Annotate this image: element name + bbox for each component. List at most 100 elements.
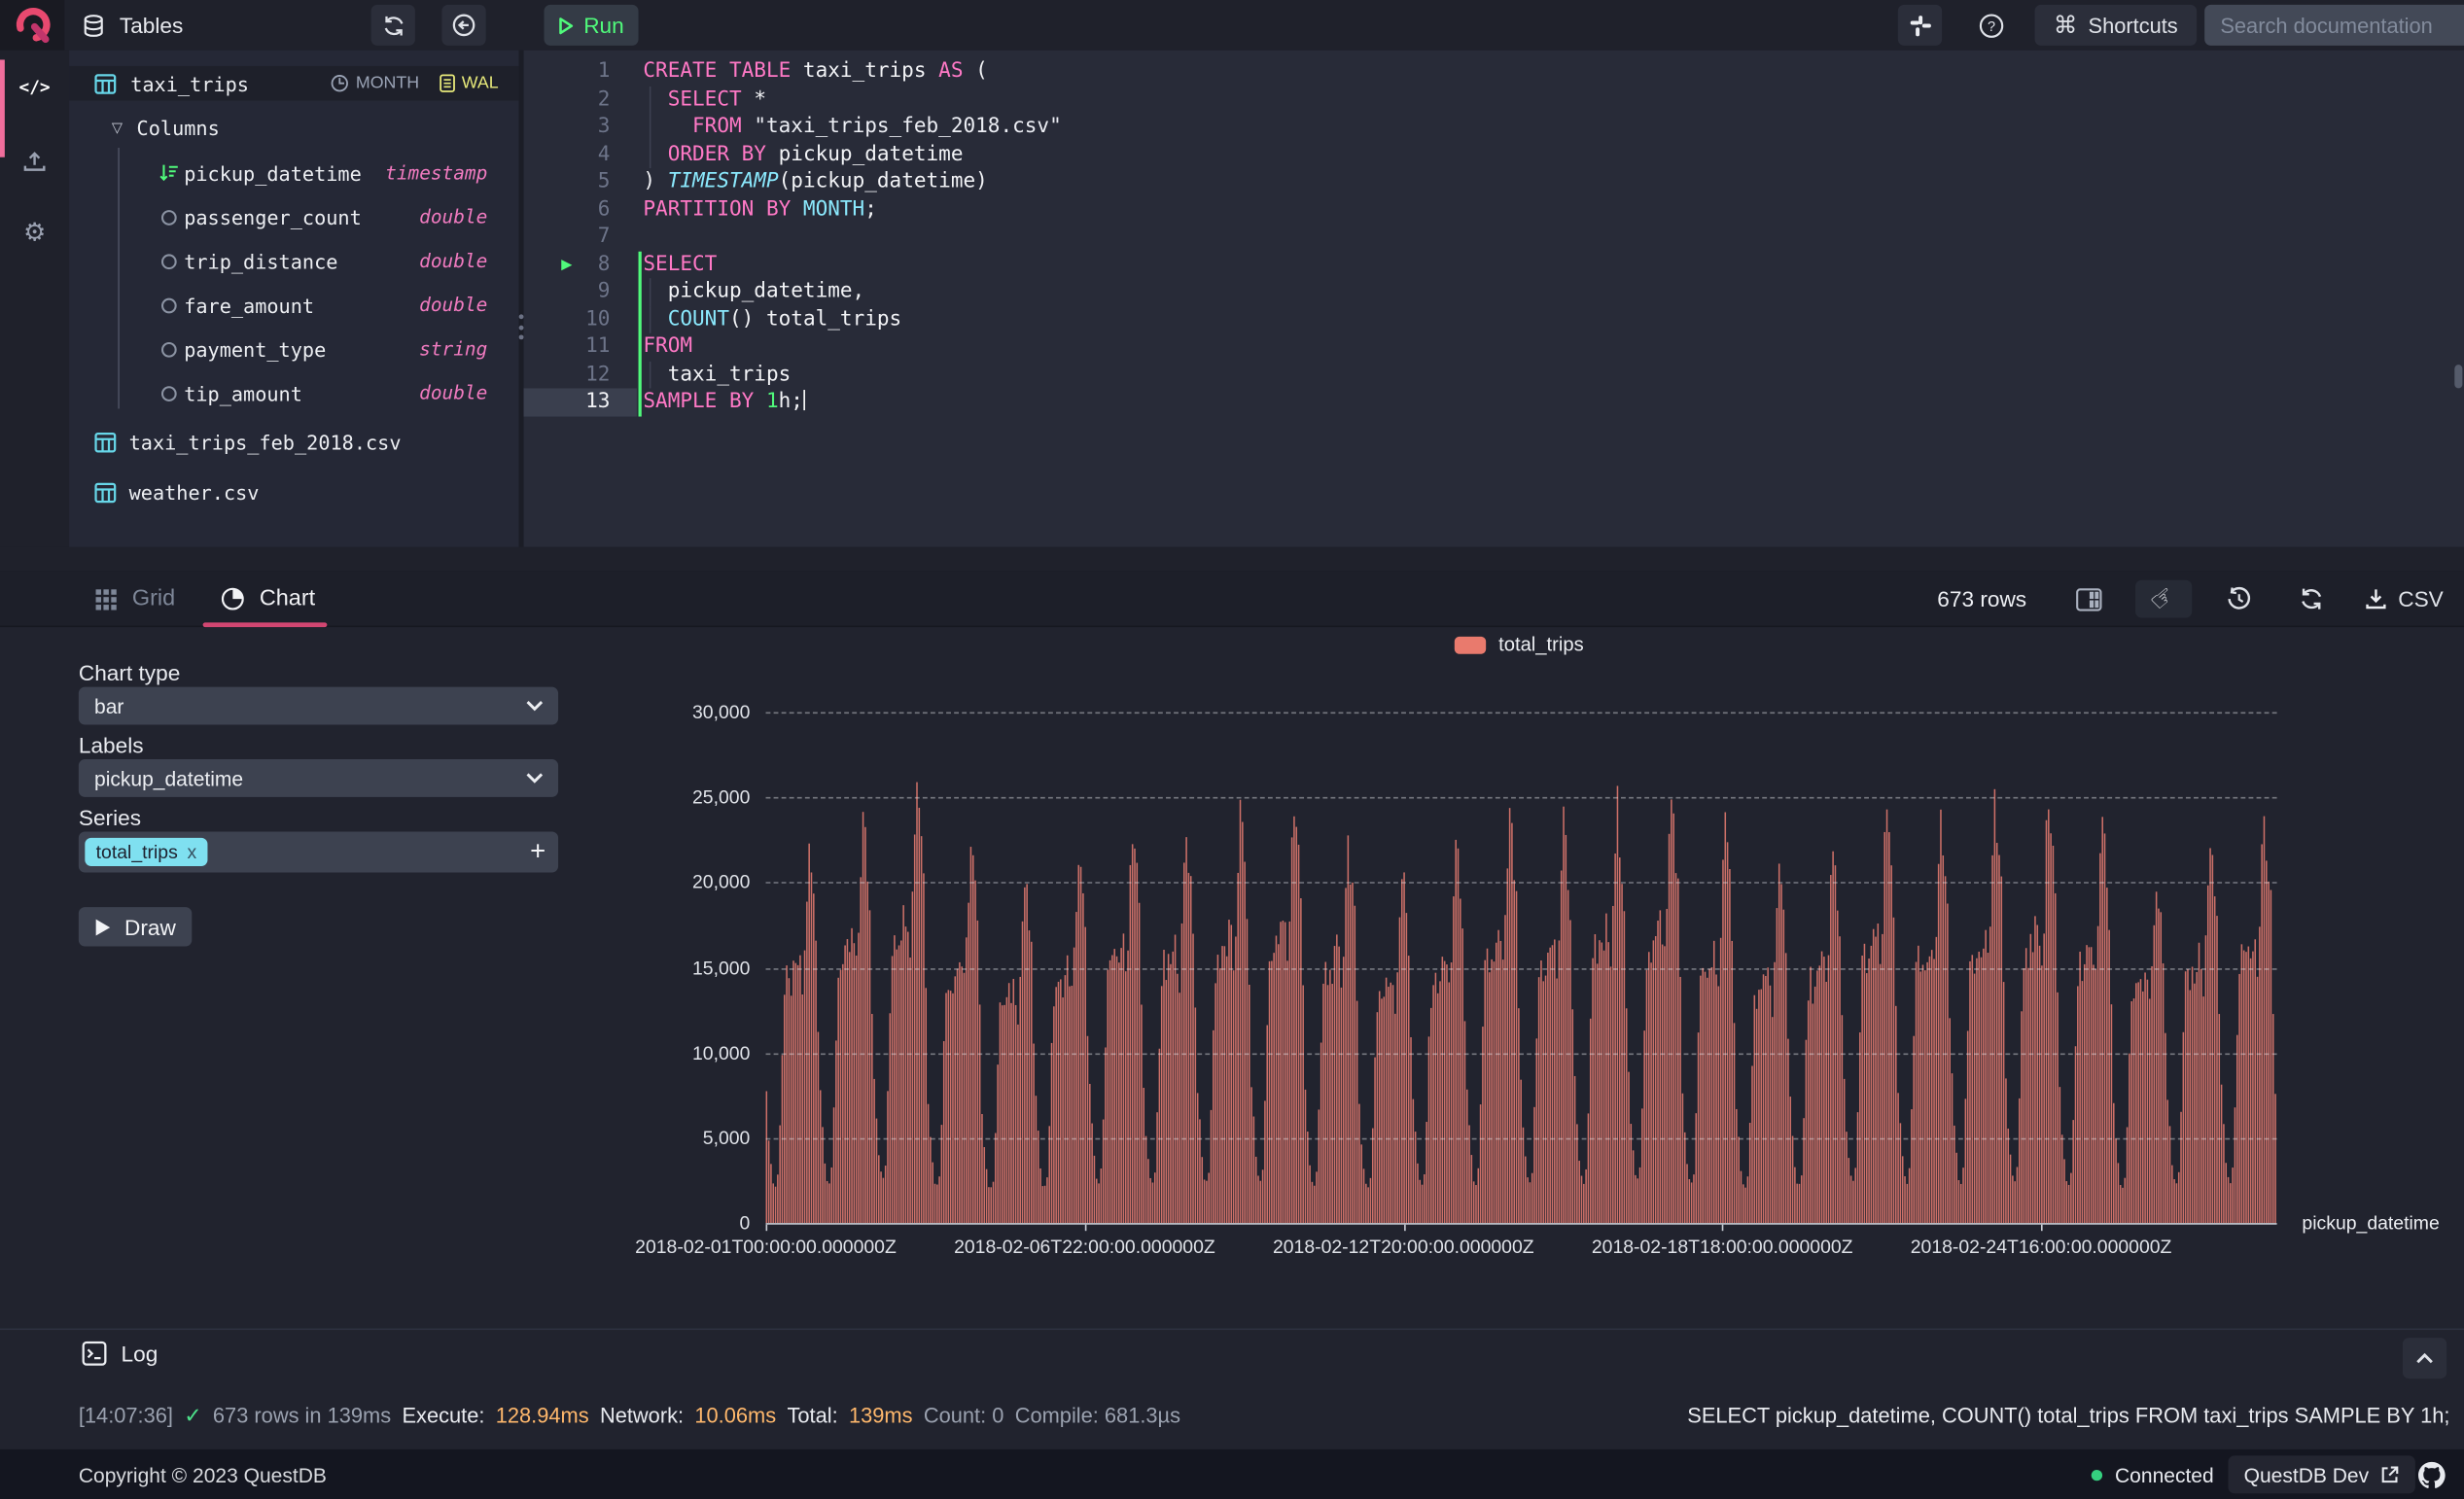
column-row-payment_type[interactable]: payment_type string — [69, 327, 518, 370]
connection-status: Connected — [2091, 1449, 2214, 1499]
x-tick — [1403, 1224, 1405, 1232]
sql-editor[interactable]: 1 CREATE TABLE taxi_trips AS (2 SELECT * 3… — [523, 50, 2464, 547]
refresh-tables-button[interactable] — [370, 4, 415, 46]
shortcuts-button[interactable]: ⌘ Shortcuts — [2034, 4, 2198, 46]
editor-line-12: taxi_trips — [643, 362, 792, 386]
code-icon: </> — [18, 77, 51, 98]
table-row-taxi-trips-feb[interactable]: taxi_trips_feb_2018.csv — [94, 426, 402, 457]
tables-panel-label: Tables — [119, 12, 184, 38]
download-csv-button[interactable]: CSV — [2362, 580, 2446, 618]
terminal-icon — [82, 1341, 107, 1366]
column-row-passenger_count[interactable]: passenger_count double — [69, 195, 518, 239]
draw-button[interactable]: Draw — [78, 907, 193, 947]
help-button[interactable]: ? — [1969, 5, 2013, 46]
active-rail-indicator — [0, 59, 5, 157]
run-statement-icon[interactable]: ▶ — [561, 251, 572, 278]
horizontal-splitter[interactable] — [0, 546, 2464, 1113]
chart-type-select[interactable]: bar — [78, 686, 559, 725]
column-type: double — [419, 294, 488, 317]
bar-chart-plot[interactable]: 0 5,000 10,000 15,000 20,000 25,000 30,000 2018… — [635, 701, 2277, 1258]
editor-scrollbar[interactable] — [2454, 365, 2463, 389]
column-row-tip_amount[interactable]: tip_amount double — [69, 371, 518, 415]
editor-line-11: FROM — [643, 334, 693, 359]
rail-import-button[interactable] — [0, 150, 69, 175]
questdb-logo[interactable] — [0, 0, 65, 51]
slack-button[interactable] — [1897, 4, 1943, 46]
pie-chart-icon — [221, 587, 244, 610]
svg-text:?: ? — [1987, 18, 1994, 34]
active-statement-bar — [638, 250, 642, 416]
connected-label: Connected — [2114, 1462, 2214, 1486]
line-number-9: 9 — [597, 279, 611, 304]
log-query-text: SELECT pickup_datetime, COUNT() total_tr… — [1687, 1404, 2450, 1428]
labels-value: pickup_datetime — [94, 766, 244, 790]
top-bar: Tables Run ? ⌘ Shortcuts Search document… — [0, 0, 2464, 51]
log-header: Log — [82, 1341, 158, 1366]
slack-icon — [1909, 15, 1931, 36]
history-panel-button[interactable] — [441, 4, 486, 46]
table-row-taxi-trips[interactable]: taxi_trips MONTH WAL — [69, 65, 519, 101]
hand-pointer-icon: ☞ — [2144, 578, 2182, 618]
log-segment: Count: 0 — [923, 1404, 1004, 1428]
column-type: double — [419, 381, 488, 404]
table-name: taxi_trips — [130, 71, 249, 95]
table-row-weather[interactable]: weather.csv — [94, 476, 259, 507]
log-segment: ✓ — [184, 1404, 202, 1428]
column-row-trip_distance[interactable]: trip_distance double — [69, 239, 518, 283]
legend-series-label: total_trips — [1498, 633, 1584, 656]
table-name: taxi_trips_feb_2018.csv — [128, 430, 402, 454]
main-area: </> ⚙ taxi_trips MONTH WAL ▽ Columns pic… — [0, 50, 2464, 547]
chart-legend[interactable]: total_trips — [1454, 633, 1584, 656]
shortcuts-label: Shortcuts — [2088, 13, 2178, 38]
column-name: pickup_datetime — [184, 160, 362, 186]
y-tick-label: 20,000 — [692, 871, 751, 894]
editor-line-9: pickup_datetime, — [643, 279, 865, 304]
partition-icon — [332, 75, 349, 92]
columns-group-toggle[interactable]: ▽ Columns — [112, 113, 220, 141]
x-tick — [2041, 1224, 2043, 1232]
column-type: timestamp — [385, 161, 488, 185]
log-segment: 673 rows in 139ms — [212, 1404, 392, 1428]
line-number-7: 7 — [597, 225, 611, 249]
editor-line-10: COUNT() total_trips — [667, 307, 902, 331]
column-row-pickup_datetime[interactable]: pickup_datetime timestamp — [69, 151, 518, 194]
labels-select[interactable]: pickup_datetime — [78, 759, 559, 797]
series-input[interactable]: total_trips x + — [78, 831, 559, 873]
column-row-fare_amount[interactable]: fare_amount double — [69, 283, 518, 327]
rail-console-button[interactable]: </> — [0, 77, 69, 97]
editor-line-2: SELECT * — [667, 87, 766, 112]
series-chip[interactable]: total_trips x — [85, 837, 208, 867]
github-icon — [2418, 1461, 2446, 1488]
query-history-button[interactable] — [2217, 580, 2261, 618]
x-tick-label: 2018-02-01T00:00:00.000000Z — [635, 1236, 897, 1258]
editor-line-13: SAMPLE BY 1h; — [643, 388, 806, 415]
tab-chart[interactable]: Chart — [220, 571, 315, 627]
remove-series-icon[interactable]: x — [187, 841, 196, 863]
rail-settings-button[interactable]: ⚙ — [0, 221, 69, 247]
wal-chip: WAL — [439, 74, 499, 92]
csv-label: CSV — [2398, 586, 2444, 612]
database-icon — [84, 14, 103, 37]
tab-grid[interactable]: Grid — [94, 571, 175, 627]
table-name: weather.csv — [128, 480, 260, 505]
line-number-10: 10 — [585, 307, 611, 331]
instance-link[interactable]: QuestDB Dev — [2228, 1455, 2416, 1494]
results-tab-bar: Grid Chart 673 rows ☞ CSV — [0, 571, 2464, 628]
line-number-12: 12 — [585, 362, 611, 386]
circle-back-icon — [452, 14, 475, 37]
search-documentation-input[interactable]: Search documentation — [2204, 4, 2464, 46]
refresh-result-button[interactable] — [2289, 580, 2333, 618]
editor-line-3: FROM "taxi_trips_feb_2018.csv" — [692, 115, 1062, 139]
external-link-icon — [2382, 1466, 2400, 1483]
x-axis-name: pickup_datetime — [2302, 1211, 2440, 1235]
tables-tree: taxi_trips MONTH WAL ▽ Columns pickup_da… — [69, 50, 519, 547]
download-icon — [2366, 589, 2386, 610]
command-icon: ⌘ — [2053, 12, 2078, 40]
run-button[interactable]: Run — [544, 4, 639, 46]
connected-dot-icon — [2091, 1469, 2103, 1481]
collapse-log-button[interactable] — [2402, 1338, 2447, 1379]
inspect-result-button[interactable]: ☞ — [2135, 578, 2193, 618]
add-series-button[interactable]: + — [530, 836, 546, 867]
github-link[interactable] — [2416, 1460, 2446, 1490]
layout-toggle-button[interactable] — [2066, 580, 2110, 618]
